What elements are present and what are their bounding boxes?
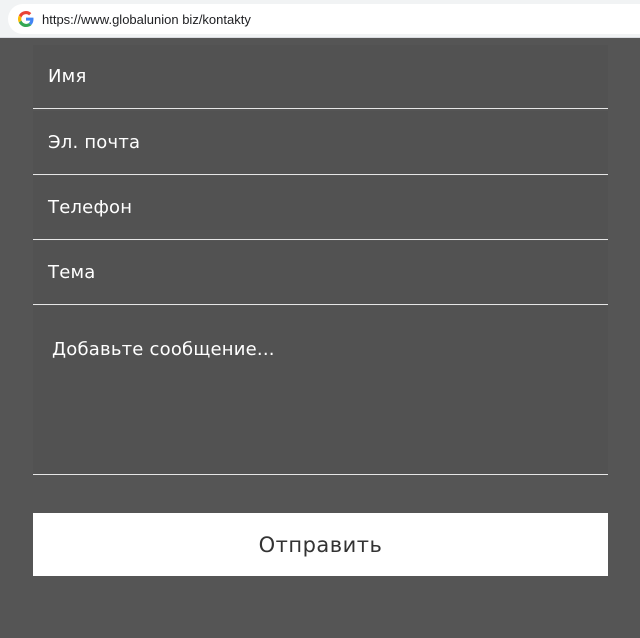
subject-field[interactable]: Тема (33, 241, 608, 305)
phone-field-label: Телефон (48, 197, 133, 218)
submit-button[interactable]: Отправить (33, 513, 608, 576)
email-field-label: Эл. почта (48, 132, 141, 153)
message-placeholder: Добавьте сообщение... (52, 339, 275, 360)
name-field-label: Имя (48, 66, 87, 87)
url-field[interactable]: https://www.globalunion biz/kontakty (8, 4, 640, 34)
google-g-icon (18, 11, 34, 27)
name-field[interactable]: Имя (33, 45, 608, 109)
browser-address-bar: https://www.globalunion biz/kontakty (0, 0, 640, 38)
contact-form-page: Имя Эл. почта Телефон Тема Добавьте сооб… (0, 38, 640, 638)
phone-field[interactable]: Телефон (33, 176, 608, 240)
subject-field-label: Тема (48, 262, 96, 283)
message-textarea[interactable]: Добавьте сообщение... (33, 306, 608, 475)
url-text: https://www.globalunion biz/kontakty (42, 11, 251, 27)
submit-button-label: Отправить (258, 532, 383, 557)
email-field[interactable]: Эл. почта (33, 111, 608, 175)
